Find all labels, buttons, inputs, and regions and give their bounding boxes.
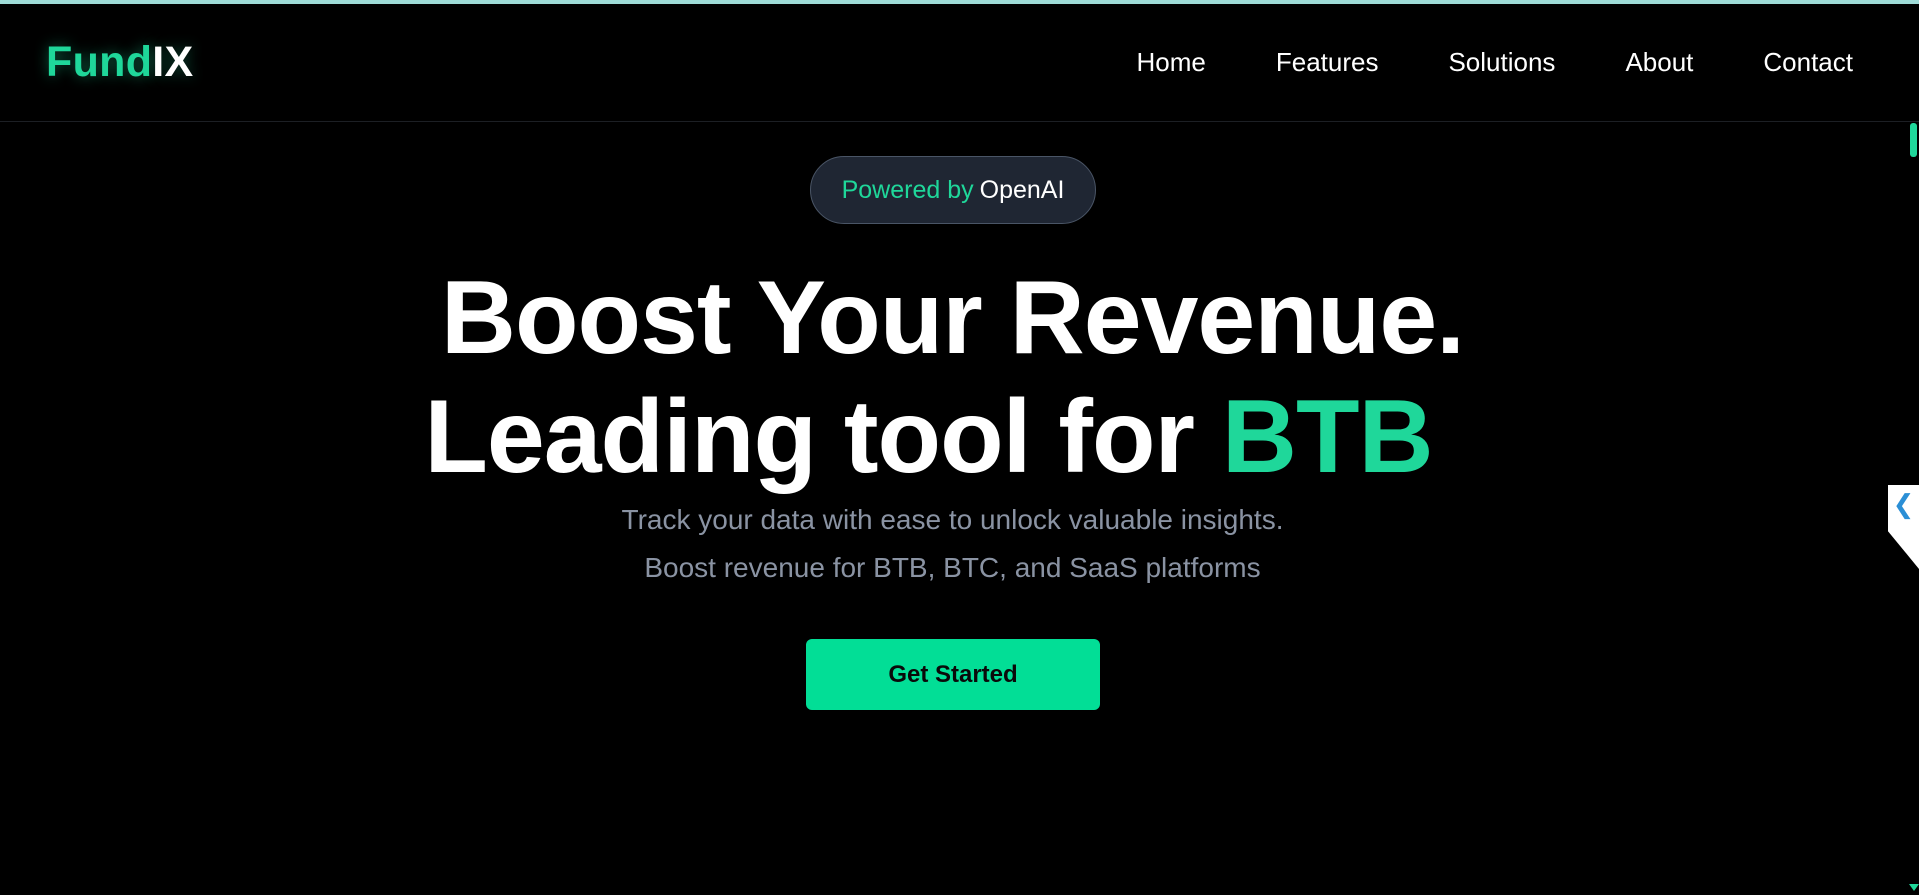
scroll-down-arrow-icon[interactable] [1909,884,1919,891]
scrollbar-thumb[interactable] [1910,123,1917,157]
page: FundIX Home Features Solutions About Con… [0,0,1919,895]
nav-about[interactable]: About [1625,47,1693,78]
main-nav: Home Features Solutions About Contact [1137,47,1854,78]
nav-home[interactable]: Home [1137,47,1206,78]
logo[interactable]: FundIX [46,38,194,87]
get-started-button[interactable]: Get Started [806,639,1100,710]
nav-contact[interactable]: Contact [1763,47,1853,78]
powered-by-badge: Powered by OpenAI [810,156,1096,224]
headline-line-2-prefix: Leading tool for [424,379,1195,495]
subtitle-line-1: Track your data with ease to unlock valu… [621,504,1284,535]
subtitle-line-2: Boost revenue for BTB, BTC, and SaaS pla… [644,552,1261,583]
headline-accent-word: BTB [1221,379,1434,495]
logo-ix-text: IX [152,38,194,86]
hero-section: Powered by OpenAI Boost Your Revenue. Le… [0,123,1905,895]
headline-line-1: Boost Your Revenue. [440,260,1465,376]
badge-brand: OpenAI [979,175,1065,204]
chevron-left-icon: ❮ [1892,489,1915,519]
headline-line-2: Leading tool for BTB [0,378,1905,496]
nav-solutions[interactable]: Solutions [1448,47,1555,78]
navbar: FundIX Home Features Solutions About Con… [0,4,1919,122]
logo-fund-text: Fund [46,38,153,86]
nav-features[interactable]: Features [1276,47,1379,78]
badge-prefix: Powered by [841,175,974,204]
